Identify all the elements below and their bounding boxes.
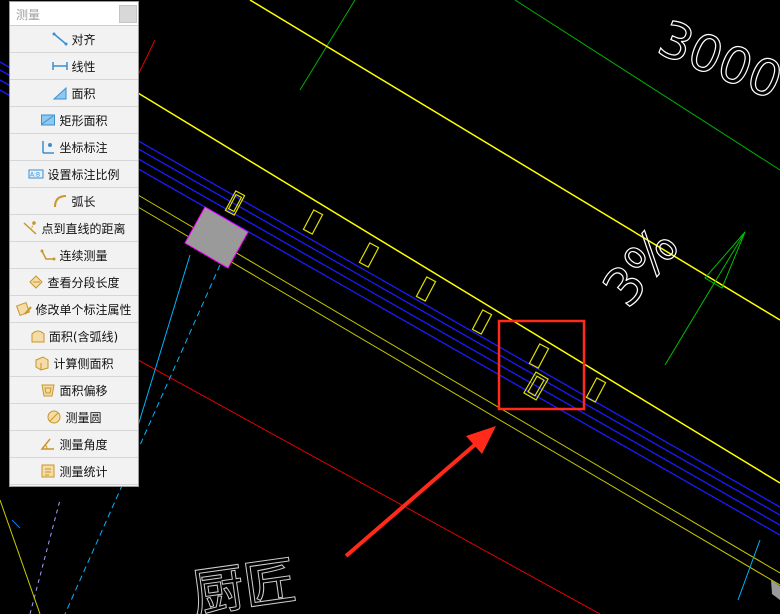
measure-stats-icon: [40, 463, 56, 479]
tool-item[interactable]: 矩形面积: [10, 107, 138, 134]
yellow-rect: [358, 242, 380, 268]
tool-item-label: 面积偏移: [59, 383, 108, 398]
svg-text:A:B: A:B: [30, 172, 40, 179]
tool-item-label: 查看分段长度: [47, 275, 120, 290]
slope-arrow-head: [704, 231, 746, 289]
arc-area-icon: [30, 328, 46, 344]
scale-icon: A:B: [28, 166, 44, 182]
tool-item-label: 连续测量: [59, 248, 108, 263]
dimension-text: 3000: [651, 9, 780, 110]
yellow-rect: [585, 377, 607, 403]
tool-item-label: 测量角度: [59, 437, 108, 452]
tool-item-label: 面积: [71, 86, 96, 101]
coordinate-icon: [40, 139, 56, 155]
arc-length-icon: [52, 193, 68, 209]
yellow-rect: [224, 190, 246, 216]
point-to-line-icon: [22, 220, 38, 236]
tool-item[interactable]: 面积: [10, 80, 138, 107]
red-line: [137, 39, 156, 76]
yellow-rect: [528, 343, 550, 369]
tool-item[interactable]: 查看分段长度: [10, 269, 138, 296]
tool-item-label: 矩形面积: [59, 113, 108, 128]
tool-item[interactable]: 测量统计: [10, 458, 138, 485]
yellow-rect: [471, 309, 493, 335]
rectangle-area-icon: [40, 112, 56, 128]
tool-item-label: 对齐: [71, 32, 96, 47]
linear-dimension-icon: [52, 58, 69, 74]
panel-close-button[interactable]: [119, 5, 137, 23]
yellow-line: [137, 92, 780, 484]
segment-length-icon: [28, 274, 44, 290]
tool-item-label: 弧长: [71, 194, 96, 209]
cyan-line: [737, 539, 761, 601]
measure-angle-icon: [40, 436, 56, 452]
green-line: [299, 0, 356, 91]
tool-item-label: 测量圆: [65, 410, 102, 425]
bottom-cad-text: 厨匠: [188, 551, 299, 614]
tool-item[interactable]: 点到直线的距离: [10, 215, 138, 242]
tool-item-label: 修改单个标注属性: [35, 302, 132, 317]
tool-item[interactable]: 面积(含弧线): [10, 323, 138, 350]
measure-circle-icon: [46, 409, 62, 425]
tool-item-label: 测量统计: [59, 464, 108, 479]
aligned-dimension-icon: [52, 31, 68, 47]
area-icon: [52, 85, 68, 101]
tool-item[interactable]: 面积偏移: [10, 377, 138, 404]
area-offset-icon: [40, 382, 56, 398]
tool-item-label: 线性: [71, 59, 96, 74]
tool-item[interactable]: 修改单个标注属性: [10, 296, 138, 323]
panel-header: 测量: [10, 2, 138, 26]
edit-dimension-icon: [16, 301, 33, 317]
tool-list: 对齐线性面积矩形面积坐标标注 A:B 设置标注比例 弧长点到直线的距离 连续测量查看分段…: [10, 26, 138, 485]
tool-item-label: 坐标标注: [59, 140, 108, 155]
tool-item[interactable]: 测量圆: [10, 404, 138, 431]
tool-item[interactable]: 弧长: [10, 188, 138, 215]
side-area-icon: [34, 355, 50, 371]
tool-item[interactable]: 连续测量: [10, 242, 138, 269]
gray-block: [771, 580, 780, 600]
tool-item[interactable]: 线性: [10, 53, 138, 80]
annotation-arrow-shaft: [344, 440, 480, 558]
tool-item-label: 面积(含弧线): [48, 329, 119, 344]
tool-item-label: 设置标注比例: [47, 167, 120, 182]
tool-item-label: 点到直线的距离: [41, 221, 126, 236]
panel-title: 测量: [16, 8, 41, 22]
tool-item[interactable]: 计算侧面积: [10, 350, 138, 377]
yellow-rect: [227, 193, 243, 213]
tool-item[interactable]: 坐标标注: [10, 134, 138, 161]
tool-item[interactable]: A:B 设置标注比例: [10, 161, 138, 188]
tool-item-label: 计算侧面积: [53, 356, 114, 371]
continuous-measure-icon: [40, 247, 56, 263]
slope-text: 3%: [592, 217, 691, 319]
yellow-rect: [302, 209, 324, 235]
measure-panel: 测量 对齐线性面积矩形面积坐标标注 A:B 设置标注比例 弧长点到直线的距离 连续测量查…: [9, 1, 139, 487]
tool-item[interactable]: 测量角度: [10, 431, 138, 458]
cad-fragment: [0, 499, 41, 614]
cad-fragment: [11, 519, 21, 529]
yellow-rect: [415, 276, 437, 302]
tool-item[interactable]: 对齐: [10, 26, 138, 53]
